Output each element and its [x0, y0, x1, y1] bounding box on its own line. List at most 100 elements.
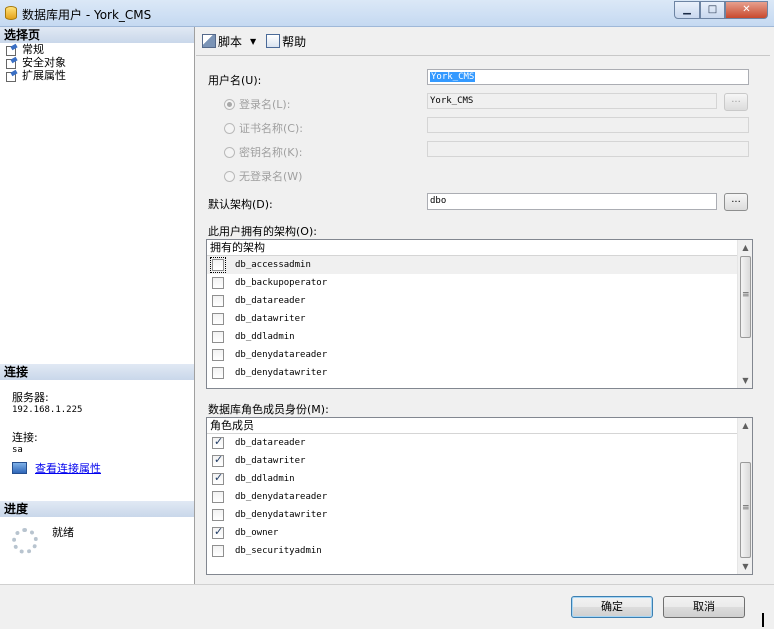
- login-name-browse-button[interactable]: ...: [724, 93, 748, 111]
- checkbox[interactable]: [212, 331, 224, 343]
- owned-schemas-grid: 拥有的架构 db_accessadmin db_backupoperator db_…: [206, 239, 753, 389]
- schema-row[interactable]: db_datareader: [207, 292, 752, 310]
- radio-icon: [224, 170, 235, 182]
- close-button[interactable]: ✕: [725, 1, 768, 19]
- role-row-name: db_owner: [235, 528, 279, 538]
- database-icon: [5, 6, 17, 20]
- schema-row-name: db_ddladmin: [235, 332, 295, 342]
- certificate-name-label: 证书名称(C):: [239, 122, 303, 135]
- without-login-radio[interactable]: 无登录名(W): [224, 168, 302, 184]
- owned-schemas-column-header[interactable]: 拥有的架构: [207, 240, 752, 256]
- schema-row[interactable]: db_datawriter: [207, 310, 752, 328]
- role-members-column-header[interactable]: 角色成员: [207, 418, 752, 434]
- scroll-down-icon[interactable]: ▼: [738, 373, 753, 388]
- default-schema-input[interactable]: dbo: [427, 193, 717, 210]
- checkbox[interactable]: [212, 277, 224, 289]
- script-button[interactable]: 脚本 ▼: [202, 33, 256, 50]
- scroll-up-icon[interactable]: ▲: [738, 240, 753, 255]
- schema-row-name: db_denydatareader: [235, 350, 328, 360]
- maximize-button[interactable]: □: [700, 1, 725, 19]
- page-item[interactable]: 安全对象: [0, 56, 194, 69]
- page-item-label: 常规: [22, 43, 44, 56]
- progress-header: 进度: [0, 501, 194, 517]
- view-connection-properties-link[interactable]: 查看连接属性: [12, 460, 101, 476]
- checkbox[interactable]: [212, 435, 224, 449]
- schema-row[interactable]: db_backupoperator: [207, 274, 752, 292]
- key-name-label: 密钥名称(K):: [239, 146, 303, 159]
- script-label: 脚本: [218, 34, 243, 49]
- checkbox[interactable]: [212, 349, 224, 361]
- schema-row-name: db_backupoperator: [235, 278, 328, 288]
- key-name-radio[interactable]: 密钥名称(K):: [224, 144, 303, 160]
- schema-row[interactable]: db_denydatareader: [207, 346, 752, 364]
- certificate-name-radio[interactable]: 证书名称(C):: [224, 120, 303, 136]
- role-row-name: db_datawriter: [235, 456, 306, 466]
- role-row[interactable]: db_denydatareader: [207, 488, 752, 506]
- login-name-radio[interactable]: 登录名(L):: [224, 96, 290, 112]
- schema-row-name: db_accessadmin: [235, 260, 311, 270]
- role-row[interactable]: db_denydatawriter: [207, 506, 752, 524]
- checkbox[interactable]: [212, 491, 224, 503]
- role-row[interactable]: db_datawriter: [207, 452, 752, 470]
- window-title: 数据库用户 - York_CMS: [22, 8, 152, 22]
- checkbox[interactable]: [212, 545, 224, 557]
- checkbox[interactable]: [212, 509, 224, 521]
- checkbox[interactable]: [212, 295, 224, 307]
- schema-row[interactable]: db_denydatawriter: [207, 364, 752, 382]
- owned-schemas-scrollbar[interactable]: ▲ ▼: [737, 240, 752, 388]
- page-item-label: 安全对象: [22, 56, 66, 69]
- resize-grip[interactable]: [762, 613, 772, 627]
- role-membership-grid: 角色成员 db_datareader db_datawriter db_ddladm…: [206, 417, 753, 575]
- role-row[interactable]: db_owner: [207, 524, 752, 542]
- checkbox[interactable]: [212, 453, 224, 467]
- schema-row[interactable]: db_ddladmin: [207, 328, 752, 346]
- cancel-button[interactable]: 取消: [663, 596, 745, 618]
- default-schema-label: 默认架构(D):: [208, 198, 273, 211]
- role-row-name: db_securityadmin: [235, 546, 322, 556]
- help-icon: [266, 34, 281, 48]
- radio-icon: [224, 146, 235, 158]
- default-schema-browse-button[interactable]: ...: [724, 193, 748, 211]
- left-pane: 选择页 常规 安全对象 扩展属性 连接 服务器: 192.168.1.225 连接:…: [0, 27, 195, 584]
- page-icon: [6, 71, 18, 82]
- scroll-down-icon[interactable]: ▼: [738, 559, 753, 574]
- connection-header: 连接: [0, 364, 194, 380]
- server-value: 192.168.1.225: [12, 405, 83, 415]
- checkbox[interactable]: [212, 313, 224, 325]
- checkbox[interactable]: [210, 257, 226, 273]
- role-row[interactable]: db_ddladmin: [207, 470, 752, 488]
- username-value: York_CMS: [430, 72, 476, 82]
- page-item[interactable]: 常规: [0, 43, 194, 56]
- minimize-button[interactable]: ▁: [674, 1, 700, 19]
- role-membership-rows: db_datareader db_datawriter db_ddladmin db_…: [207, 434, 752, 560]
- role-membership-label: 数据库角色成员身份(M):: [208, 403, 329, 416]
- scroll-up-icon[interactable]: ▲: [738, 418, 753, 433]
- checkbox[interactable]: [212, 525, 224, 539]
- role-row[interactable]: db_securityadmin: [207, 542, 752, 560]
- schema-row[interactable]: db_accessadmin: [207, 256, 752, 274]
- connection-value: sa: [12, 445, 23, 455]
- login-name-label: 登录名(L):: [239, 98, 291, 111]
- view-connection-properties-label: 查看连接属性: [35, 462, 101, 475]
- page-list: 常规 安全对象 扩展属性: [0, 43, 194, 82]
- role-row[interactable]: db_datareader: [207, 434, 752, 452]
- certificate-name-field: [427, 117, 749, 133]
- chevron-down-icon[interactable]: ▼: [250, 37, 256, 46]
- help-button[interactable]: 帮助: [266, 33, 306, 50]
- scroll-thumb[interactable]: [740, 462, 751, 558]
- checkbox[interactable]: [212, 471, 224, 485]
- role-row-name: db_ddladmin: [235, 474, 295, 484]
- dialog-button-bar: 确定 取消: [0, 584, 774, 629]
- right-pane: 脚本 ▼ 帮助 用户名(U): York_CMS 登录名(L): York_CM…: [196, 27, 770, 584]
- schema-row-name: db_datareader: [235, 296, 306, 306]
- page-item[interactable]: 扩展属性: [0, 69, 194, 82]
- toolbar: 脚本 ▼ 帮助: [196, 27, 770, 56]
- scroll-thumb[interactable]: [740, 256, 751, 338]
- owned-schemas-rows: db_accessadmin db_backupoperator db_datare…: [207, 256, 752, 382]
- progress-section: 进度 就绪: [0, 501, 194, 554]
- checkbox[interactable]: [212, 367, 224, 379]
- connection-properties-icon: [12, 462, 27, 474]
- ok-button[interactable]: 确定: [571, 596, 653, 618]
- username-input[interactable]: York_CMS: [427, 69, 749, 85]
- role-membership-scrollbar[interactable]: ▲ ▼: [737, 418, 752, 574]
